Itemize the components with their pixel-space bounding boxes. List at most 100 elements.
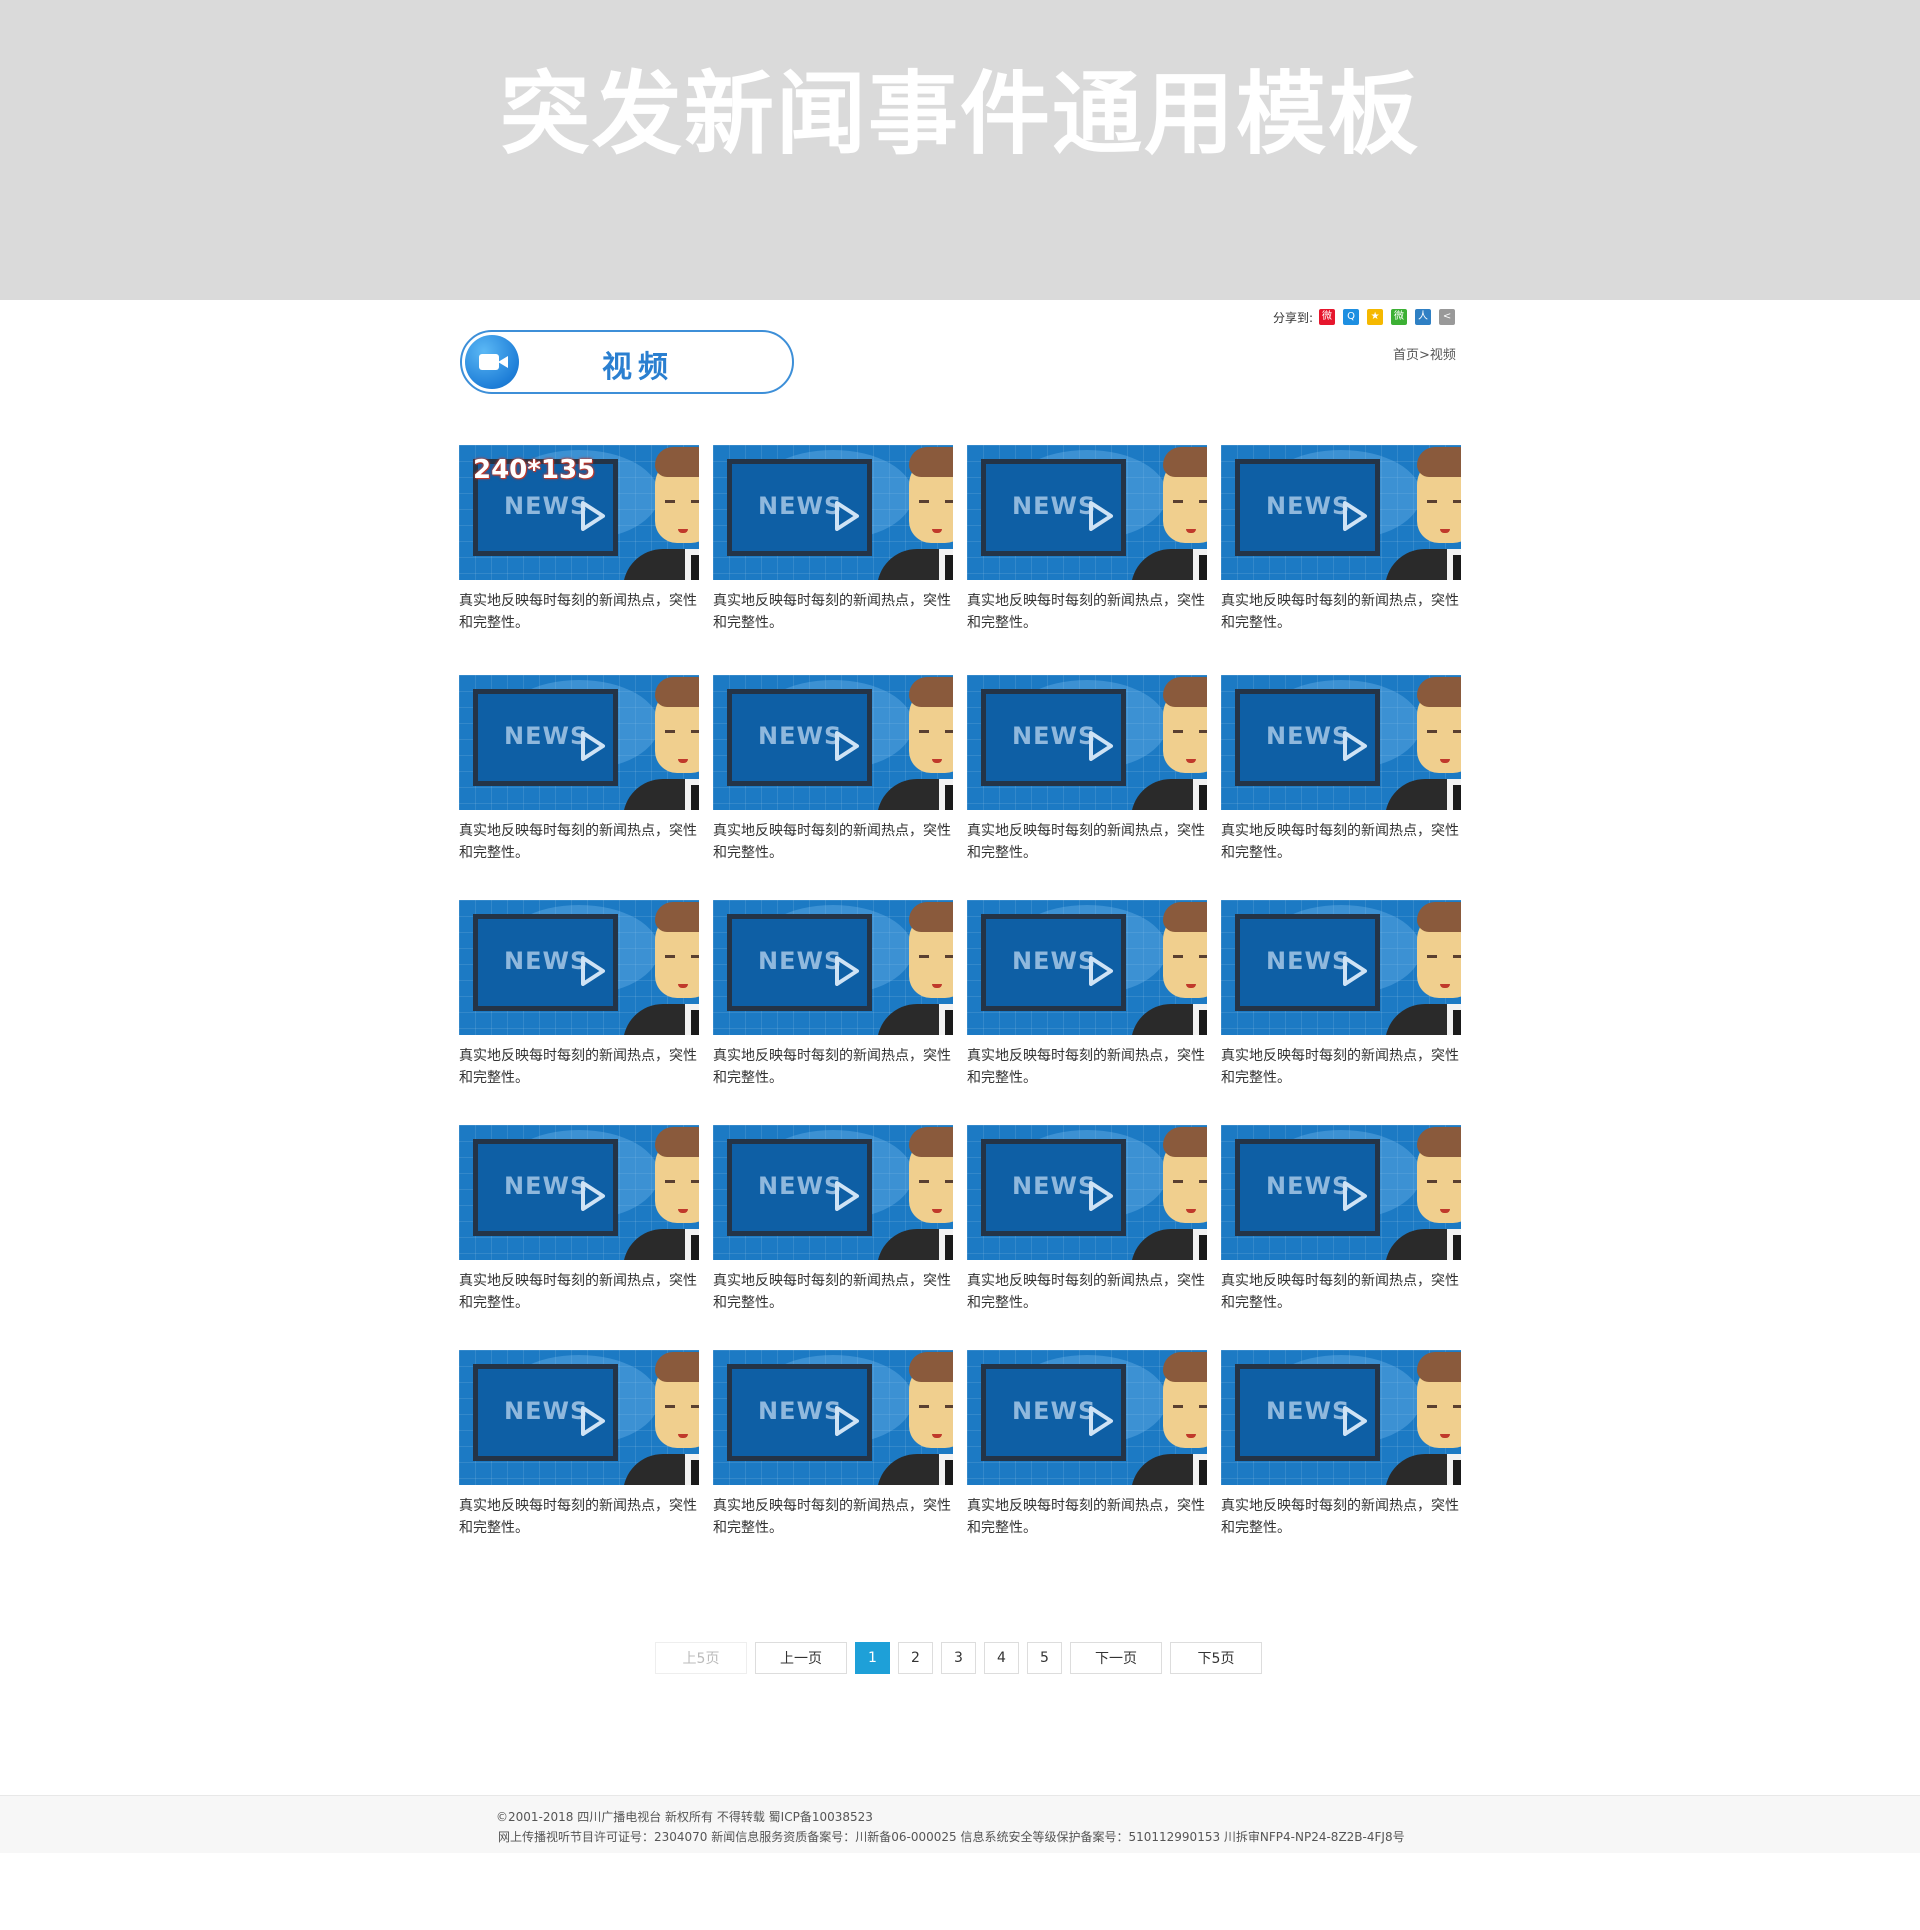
page-5-button[interactable]: 5: [1027, 1642, 1062, 1674]
page-3-button[interactable]: 3: [941, 1642, 976, 1674]
video-card[interactable]: NEWS 真实地反映每时每刻的新闻热点，突性和完整性。: [967, 1125, 1207, 1314]
video-thumbnail[interactable]: NEWS: [1221, 900, 1461, 1035]
video-caption[interactable]: 真实地反映每时每刻的新闻热点，突性和完整性。: [713, 590, 953, 634]
video-caption[interactable]: 真实地反映每时每刻的新闻热点，突性和完整性。: [967, 590, 1207, 634]
video-caption[interactable]: 真实地反映每时每刻的新闻热点，突性和完整性。: [459, 1495, 699, 1539]
next-page-button[interactable]: 下一页: [1070, 1642, 1162, 1674]
play-icon: [835, 731, 859, 761]
video-card[interactable]: NEWS 真实地反映每时每刻的新闻热点，突性和完整性。: [713, 1125, 953, 1314]
video-thumbnail[interactable]: NEWS: [1221, 1125, 1461, 1260]
video-caption[interactable]: 真实地反映每时每刻的新闻热点，突性和完整性。: [713, 1045, 953, 1089]
video-card[interactable]: NEWS 真实地反映每时每刻的新闻热点，突性和完整性。: [1221, 1350, 1461, 1539]
prev-page-button[interactable]: 上一页: [755, 1642, 847, 1674]
video-card[interactable]: NEWS 真实地反映每时每刻的新闻热点，突性和完整性。: [1221, 1125, 1461, 1314]
video-caption[interactable]: 真实地反映每时每刻的新闻热点，突性和完整性。: [967, 820, 1207, 864]
page-1-button[interactable]: 1: [855, 1642, 890, 1674]
play-icon: [1089, 1406, 1113, 1436]
video-caption[interactable]: 真实地反映每时每刻的新闻热点，突性和完整性。: [967, 1495, 1207, 1539]
video-thumbnail[interactable]: NEWS: [1221, 445, 1461, 580]
video-thumbnail[interactable]: NEWS: [967, 675, 1207, 810]
video-caption[interactable]: 真实地反映每时每刻的新闻热点，突性和完整性。: [713, 820, 953, 864]
page-2-button[interactable]: 2: [898, 1642, 933, 1674]
video-thumbnail[interactable]: NEWS: [1221, 1350, 1461, 1485]
renren-icon[interactable]: 人: [1415, 309, 1432, 325]
prev-5-pages-button[interactable]: 上5页: [655, 1642, 747, 1674]
video-caption[interactable]: 真实地反映每时每刻的新闻热点，突性和完整性。: [459, 1045, 699, 1089]
video-thumbnail[interactable]: NEWS: [967, 1350, 1207, 1485]
video-card[interactable]: NEWS 真实地反映每时每刻的新闻热点，突性和完整性。: [459, 900, 699, 1089]
news-screen: NEWS: [1235, 914, 1380, 1011]
video-card[interactable]: NEWS 真实地反映每时每刻的新闻热点，突性和完整性。: [1221, 445, 1461, 634]
video-thumbnail[interactable]: NEWS: [1221, 675, 1461, 810]
pagination: 上5页 上一页 12345 下一页 下5页: [655, 1641, 1270, 1675]
video-card[interactable]: NEWS 真实地反映每时每刻的新闻热点，突性和完整性。: [967, 1350, 1207, 1539]
video-camera-icon: [465, 335, 519, 389]
video-card[interactable]: NEWS 真实地反映每时每刻的新闻热点，突性和完整性。: [967, 900, 1207, 1089]
video-card[interactable]: NEWS 真实地反映每时每刻的新闻热点，突性和完整性。: [1221, 900, 1461, 1089]
video-card[interactable]: NEWS 真实地反映每时每刻的新闻热点，突性和完整性。: [459, 675, 699, 864]
page-4-button[interactable]: 4: [984, 1642, 1019, 1674]
video-thumbnail[interactable]: NEWS: [459, 675, 699, 810]
footer: ©2001-2018 四川广播电视台 新权所有 不得转载 蜀ICP备100385…: [0, 1795, 1920, 1853]
video-card[interactable]: NEWS 真实地反映每时每刻的新闻热点，突性和完整性。: [713, 900, 953, 1089]
video-thumbnail[interactable]: NEWS 240*135: [459, 445, 699, 580]
news-screen: NEWS: [981, 1364, 1126, 1461]
play-icon: [835, 1181, 859, 1211]
video-thumbnail[interactable]: NEWS: [713, 900, 953, 1035]
video-card[interactable]: NEWS 真实地反映每时每刻的新闻热点，突性和完整性。: [967, 445, 1207, 634]
video-thumbnail[interactable]: NEWS: [459, 1350, 699, 1485]
video-thumbnail[interactable]: NEWS: [967, 1125, 1207, 1260]
video-caption[interactable]: 真实地反映每时每刻的新闻热点，突性和完整性。: [713, 1270, 953, 1314]
breadcrumb-home-link[interactable]: 首页: [1393, 348, 1419, 363]
qzone-icon[interactable]: ★: [1367, 309, 1384, 325]
thumbnail-size-badge: 240*135: [473, 455, 596, 485]
next-5-pages-button[interactable]: 下5页: [1170, 1642, 1262, 1674]
video-thumbnail[interactable]: NEWS: [967, 445, 1207, 580]
screen-text: NEWS: [1012, 1172, 1097, 1200]
video-caption[interactable]: 真实地反映每时每刻的新闻热点，突性和完整性。: [1221, 1495, 1461, 1539]
play-icon: [581, 956, 605, 986]
video-thumbnail[interactable]: NEWS: [713, 1125, 953, 1260]
play-icon: [581, 1406, 605, 1436]
video-card[interactable]: NEWS 真实地反映每时每刻的新闻热点，突性和完整性。: [713, 445, 953, 634]
screen-text: NEWS: [1012, 722, 1097, 750]
video-caption[interactable]: 真实地反映每时每刻的新闻热点，突性和完整性。: [713, 1495, 953, 1539]
video-card[interactable]: NEWS 真实地反映每时每刻的新闻热点，突性和完整性。: [459, 1350, 699, 1539]
news-screen: NEWS: [1235, 459, 1380, 556]
news-screen: NEWS: [981, 1139, 1126, 1236]
play-icon: [1343, 956, 1367, 986]
video-thumbnail[interactable]: NEWS: [967, 900, 1207, 1035]
video-caption[interactable]: 真实地反映每时每刻的新闻热点，突性和完整性。: [1221, 1045, 1461, 1089]
video-caption[interactable]: 真实地反映每时每刻的新闻热点，突性和完整性。: [967, 1045, 1207, 1089]
video-caption[interactable]: 真实地反映每时每刻的新闻热点，突性和完整性。: [459, 1270, 699, 1314]
video-caption[interactable]: 真实地反映每时每刻的新闻热点，突性和完整性。: [967, 1270, 1207, 1314]
news-screen: NEWS: [727, 914, 872, 1011]
video-thumbnail[interactable]: NEWS: [713, 1350, 953, 1485]
news-screen: NEWS: [473, 914, 618, 1011]
video-card[interactable]: NEWS 真实地反映每时每刻的新闻热点，突性和完整性。: [713, 1350, 953, 1539]
video-thumbnail[interactable]: NEWS: [713, 675, 953, 810]
breadcrumb-current[interactable]: 视频: [1430, 348, 1456, 363]
play-icon: [1343, 1406, 1367, 1436]
video-caption[interactable]: 真实地反映每时每刻的新闻热点，突性和完整性。: [1221, 590, 1461, 634]
video-caption[interactable]: 真实地反映每时每刻的新闻热点，突性和完整性。: [459, 820, 699, 864]
more-share-icon[interactable]: <: [1439, 309, 1456, 325]
video-card[interactable]: NEWS 真实地反映每时每刻的新闻热点，突性和完整性。: [713, 675, 953, 864]
video-card[interactable]: NEWS 真实地反映每时每刻的新闻热点，突性和完整性。: [1221, 675, 1461, 864]
qq-icon[interactable]: Q: [1343, 309, 1360, 325]
video-thumbnail[interactable]: NEWS: [713, 445, 953, 580]
video-thumbnail[interactable]: NEWS: [459, 900, 699, 1035]
video-caption[interactable]: 真实地反映每时每刻的新闻热点，突性和完整性。: [1221, 1270, 1461, 1314]
video-card[interactable]: NEWS 真实地反映每时每刻的新闻热点，突性和完整性。: [459, 1125, 699, 1314]
weibo-icon[interactable]: 微: [1319, 309, 1336, 325]
video-caption[interactable]: 真实地反映每时每刻的新闻热点，突性和完整性。: [459, 590, 699, 634]
screen-text: NEWS: [1266, 1172, 1351, 1200]
wechat-icon[interactable]: 微: [1391, 309, 1408, 325]
video-caption[interactable]: 真实地反映每时每刻的新闻热点，突性和完整性。: [1221, 820, 1461, 864]
video-thumbnail[interactable]: NEWS: [459, 1125, 699, 1260]
screen-text: NEWS: [1266, 492, 1351, 520]
video-card[interactable]: NEWS 真实地反映每时每刻的新闻热点，突性和完整性。: [967, 675, 1207, 864]
video-card[interactable]: NEWS 240*135 真实地反映每时每刻的新闻热点，突性和完整性。: [459, 445, 699, 634]
play-icon: [1089, 501, 1113, 531]
footer-copyright: ©2001-2018 四川广播电视台 新权所有 不得转载 蜀ICP备100385…: [496, 1810, 873, 1824]
